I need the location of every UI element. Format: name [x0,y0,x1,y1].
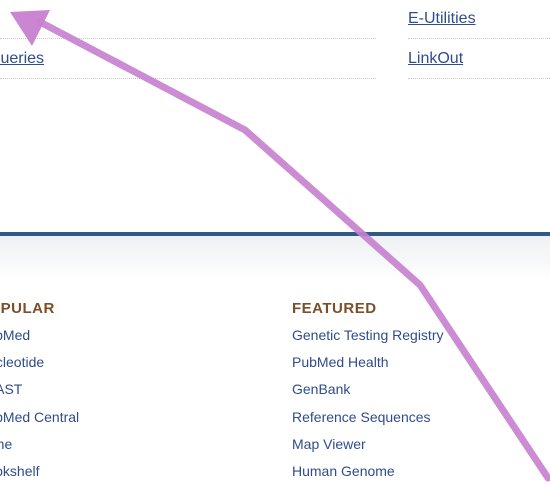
link-e-utilities[interactable]: E-Utilities [408,10,476,28]
site-footer: POPULAR PubMed Nucleotide BLAST PubMed C… [0,280,550,482]
link-linkout[interactable]: LinkOut [408,50,463,68]
footer-link-human-genome[interactable]: Human Genome [292,458,443,485]
footer-link-pubmed-health[interactable]: PubMed Health [292,349,443,376]
resources-links-area: Queries E-Utilities LinkOut [0,0,550,232]
footer-divider-shade [0,236,550,280]
footer-link-bookshelf[interactable]: Bookshelf [0,458,79,485]
popular-list: PubMed Nucleotide BLAST PubMed Central G… [0,322,79,485]
link-row-left-1 [0,0,376,39]
footer-link-gene[interactable]: Gene [0,431,79,458]
footer-link-map-viewer[interactable]: Map Viewer [292,431,443,458]
link-row-left-2: Queries [0,40,376,79]
footer-link-reference-sequences[interactable]: Reference Sequences [292,404,443,431]
link-row-right-1: E-Utilities [408,0,550,39]
footer-column-featured: FEATURED Genetic Testing Registry PubMed… [292,300,443,485]
footer-link-blast[interactable]: BLAST [0,376,79,403]
link-row-right-2: LinkOut [408,40,550,79]
popular-heading: POPULAR [0,300,55,317]
featured-list: Genetic Testing Registry PubMed Health G… [292,322,443,485]
footer-link-pubmed-central[interactable]: PubMed Central [0,404,79,431]
footer-link-nucleotide[interactable]: Nucleotide [0,349,79,376]
footer-link-pubmed[interactable]: PubMed [0,322,79,349]
footer-column-popular: POPULAR PubMed Nucleotide BLAST PubMed C… [0,300,79,485]
link-queries[interactable]: Queries [0,50,44,68]
footer-link-genbank[interactable]: GenBank [292,376,443,403]
footer-link-genetic-testing-registry[interactable]: Genetic Testing Registry [292,322,443,349]
featured-heading: FEATURED [292,300,377,317]
